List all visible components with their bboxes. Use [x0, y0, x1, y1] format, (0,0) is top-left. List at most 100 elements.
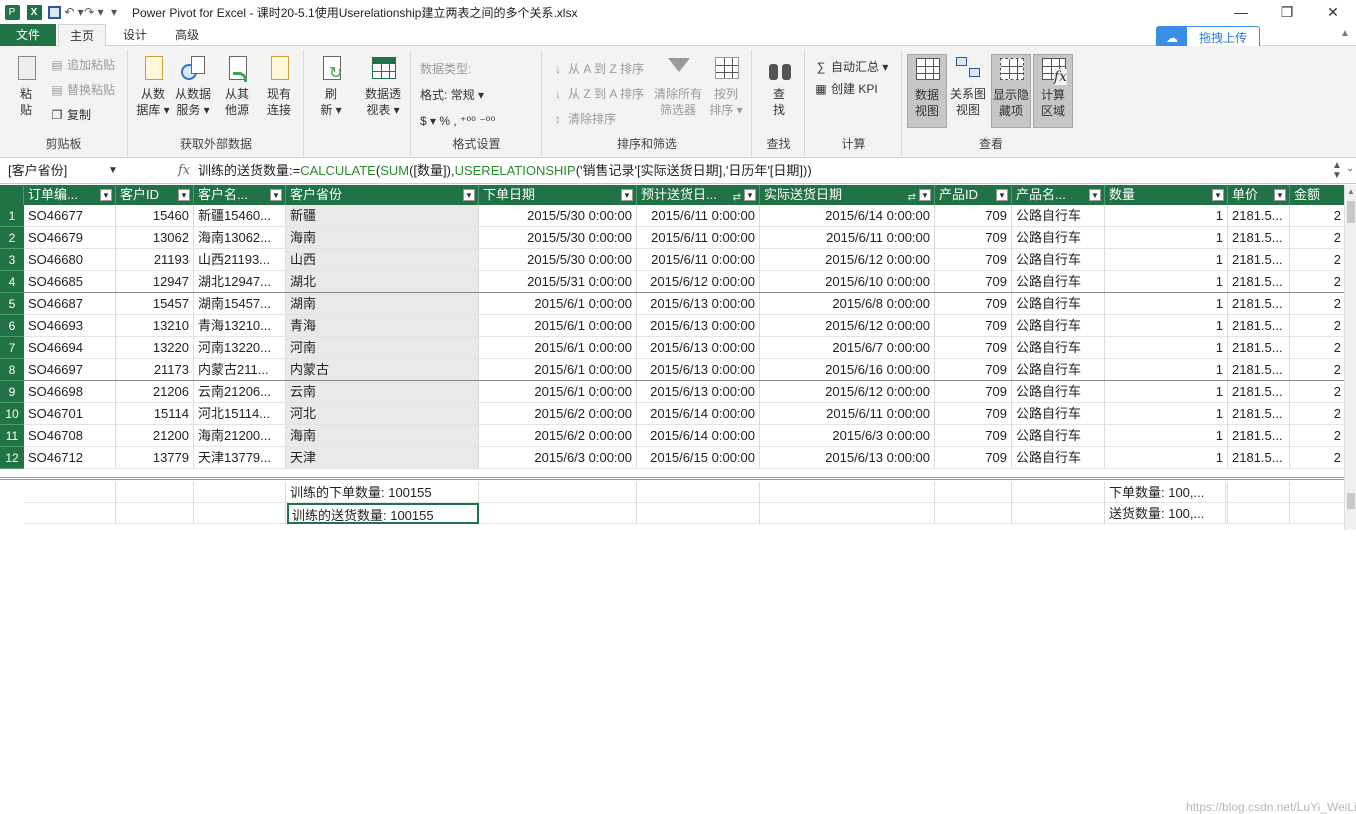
- paste-button[interactable]: 粘 贴: [6, 54, 46, 118]
- paste-append-button[interactable]: ▤ 追加粘贴: [50, 54, 115, 76]
- row-number[interactable]: 10: [0, 403, 24, 425]
- table-cell[interactable]: 河北: [286, 403, 479, 425]
- customize-quick-access-icon[interactable]: ▾: [104, 0, 124, 24]
- row-number[interactable]: 3: [0, 249, 24, 271]
- from-database-button[interactable]: 从数 据库 ▾: [133, 54, 173, 118]
- undo-icon[interactable]: ↶ ▾: [64, 0, 84, 24]
- table-cell[interactable]: 2015/6/16 0:00:00: [760, 359, 935, 381]
- table-cell[interactable]: 2015/6/14 0:00:00: [637, 403, 760, 425]
- table-cell[interactable]: 2015/6/15 0:00:00: [637, 447, 760, 469]
- table-cell[interactable]: 新疆: [286, 205, 479, 227]
- tab-home[interactable]: 主页: [58, 24, 106, 47]
- row-number[interactable]: 12: [0, 447, 24, 469]
- minimize-button[interactable]: —: [1218, 0, 1264, 24]
- table-cell[interactable]: SO46685: [24, 271, 116, 293]
- table-cell[interactable]: 2: [1290, 425, 1346, 447]
- table-cell[interactable]: 天津13779...: [194, 447, 286, 469]
- table-cell[interactable]: 2015/6/7 0:00:00: [760, 337, 935, 359]
- calc-cell[interactable]: [479, 482, 637, 503]
- table-cell[interactable]: 1: [1105, 337, 1228, 359]
- table-cell[interactable]: 1: [1105, 447, 1228, 469]
- table-cell[interactable]: 2015/6/2 0:00:00: [479, 425, 637, 447]
- sort-z-a-button[interactable]: ↓ 从 Z 到 A 排序: [551, 83, 644, 105]
- calc-cell[interactable]: [1228, 503, 1290, 524]
- table-cell[interactable]: 2015/6/11 0:00:00: [637, 227, 760, 249]
- table-cell[interactable]: 湖南15457...: [194, 293, 286, 315]
- table-cell[interactable]: 709: [935, 271, 1012, 293]
- tab-design[interactable]: 设计: [112, 24, 158, 46]
- sort-a-z-button[interactable]: ↓ 从 A 到 Z 排序: [551, 58, 644, 80]
- column-header[interactable]: 产品名... ▼: [1012, 185, 1105, 205]
- refresh-button[interactable]: ↻ 刷 新 ▾: [311, 54, 351, 118]
- calc-cell[interactable]: [1012, 482, 1105, 503]
- calc-cell[interactable]: [194, 503, 286, 524]
- table-cell[interactable]: 2015/6/10 0:00:00: [760, 271, 935, 293]
- row-number[interactable]: 2: [0, 227, 24, 249]
- table-cell[interactable]: 青海: [286, 315, 479, 337]
- table-cell[interactable]: 2015/6/13 0:00:00: [637, 359, 760, 381]
- measure-delivery-count[interactable]: 送货数量: 100,...: [1106, 503, 1226, 524]
- name-box-dropdown-icon[interactable]: ▼: [108, 161, 118, 181]
- table-cell[interactable]: 2181.5...: [1228, 403, 1290, 425]
- table-cell[interactable]: 云南21206...: [194, 381, 286, 403]
- table-cell[interactable]: 15460: [116, 205, 194, 227]
- table-cell[interactable]: 2: [1290, 337, 1346, 359]
- existing-connections-button[interactable]: 现有 连接: [259, 54, 299, 118]
- redo-icon[interactable]: ↷ ▾: [84, 0, 104, 24]
- table-cell[interactable]: 2015/6/13 0:00:00: [637, 293, 760, 315]
- copy-button[interactable]: ❐ 复制: [50, 104, 91, 126]
- table-cell[interactable]: 1: [1105, 359, 1228, 381]
- column-header[interactable]: 实际送货日期 ⇄ ▼: [760, 185, 935, 205]
- table-cell[interactable]: 公路自行车: [1012, 227, 1105, 249]
- table-cell[interactable]: 1: [1105, 403, 1228, 425]
- table-cell[interactable]: 2015/6/2 0:00:00: [479, 403, 637, 425]
- table-cell[interactable]: 河南13220...: [194, 337, 286, 359]
- table-cell[interactable]: 2015/6/1 0:00:00: [479, 293, 637, 315]
- table-cell[interactable]: 1: [1105, 293, 1228, 315]
- table-cell[interactable]: 2: [1290, 271, 1346, 293]
- calc-cell[interactable]: [760, 482, 935, 503]
- table-cell[interactable]: 2181.5...: [1228, 359, 1290, 381]
- table-cell[interactable]: 2015/6/1 0:00:00: [479, 337, 637, 359]
- table-cell[interactable]: 709: [935, 227, 1012, 249]
- table-cell[interactable]: 2: [1290, 315, 1346, 337]
- formula-scroll-icon[interactable]: ▲ ▼: [1332, 161, 1342, 181]
- table-cell[interactable]: 709: [935, 381, 1012, 403]
- column-header[interactable]: 数量 ▼: [1105, 185, 1228, 205]
- scroll-up-icon[interactable]: ▲: [1347, 187, 1355, 196]
- data-view-button[interactable]: 数据 视图: [907, 54, 947, 128]
- table-cell[interactable]: 2015/5/30 0:00:00: [479, 249, 637, 271]
- table-cell[interactable]: 湖南: [286, 293, 479, 315]
- calc-cell[interactable]: [116, 482, 194, 503]
- table-cell[interactable]: 2: [1290, 403, 1346, 425]
- column-header[interactable]: 单价 ▼: [1228, 185, 1290, 205]
- table-cell[interactable]: 2015/6/14 0:00:00: [637, 425, 760, 447]
- table-cell[interactable]: 709: [935, 403, 1012, 425]
- table-cell[interactable]: SO46712: [24, 447, 116, 469]
- filter-dropdown-icon[interactable]: ▼: [100, 189, 112, 201]
- create-kpi-button[interactable]: ▦ 创建 KPI: [814, 78, 877, 100]
- row-number[interactable]: 7: [0, 337, 24, 359]
- table-cell[interactable]: 1: [1105, 271, 1228, 293]
- table-cell[interactable]: 2181.5...: [1228, 425, 1290, 447]
- table-cell[interactable]: 21173: [116, 359, 194, 381]
- table-cell[interactable]: SO46680: [24, 249, 116, 271]
- calc-cell[interactable]: [637, 482, 760, 503]
- calc-cell[interactable]: [479, 503, 637, 524]
- from-data-service-button[interactable]: 从数据 服务 ▾: [173, 54, 213, 118]
- table-cell[interactable]: 2: [1290, 293, 1346, 315]
- table-cell[interactable]: 公路自行车: [1012, 381, 1105, 403]
- filter-dropdown-icon[interactable]: ▼: [744, 189, 756, 201]
- table-cell[interactable]: SO46679: [24, 227, 116, 249]
- calc-cell[interactable]: [1290, 482, 1346, 503]
- expand-formula-icon[interactable]: ⌄: [1346, 163, 1354, 174]
- excel-icon[interactable]: X: [24, 0, 44, 24]
- table-cell[interactable]: 2015/6/14 0:00:00: [760, 205, 935, 227]
- table-cell[interactable]: 海南13062...: [194, 227, 286, 249]
- table-cell[interactable]: 13220: [116, 337, 194, 359]
- table-cell[interactable]: 2015/6/8 0:00:00: [760, 293, 935, 315]
- measure-delivery-qty[interactable]: 训练的送货数量: 100155: [287, 503, 479, 524]
- table-cell[interactable]: 2015/6/13 0:00:00: [637, 315, 760, 337]
- column-header[interactable]: 订单编... ▼: [24, 185, 116, 205]
- filter-dropdown-icon[interactable]: ▼: [919, 189, 931, 201]
